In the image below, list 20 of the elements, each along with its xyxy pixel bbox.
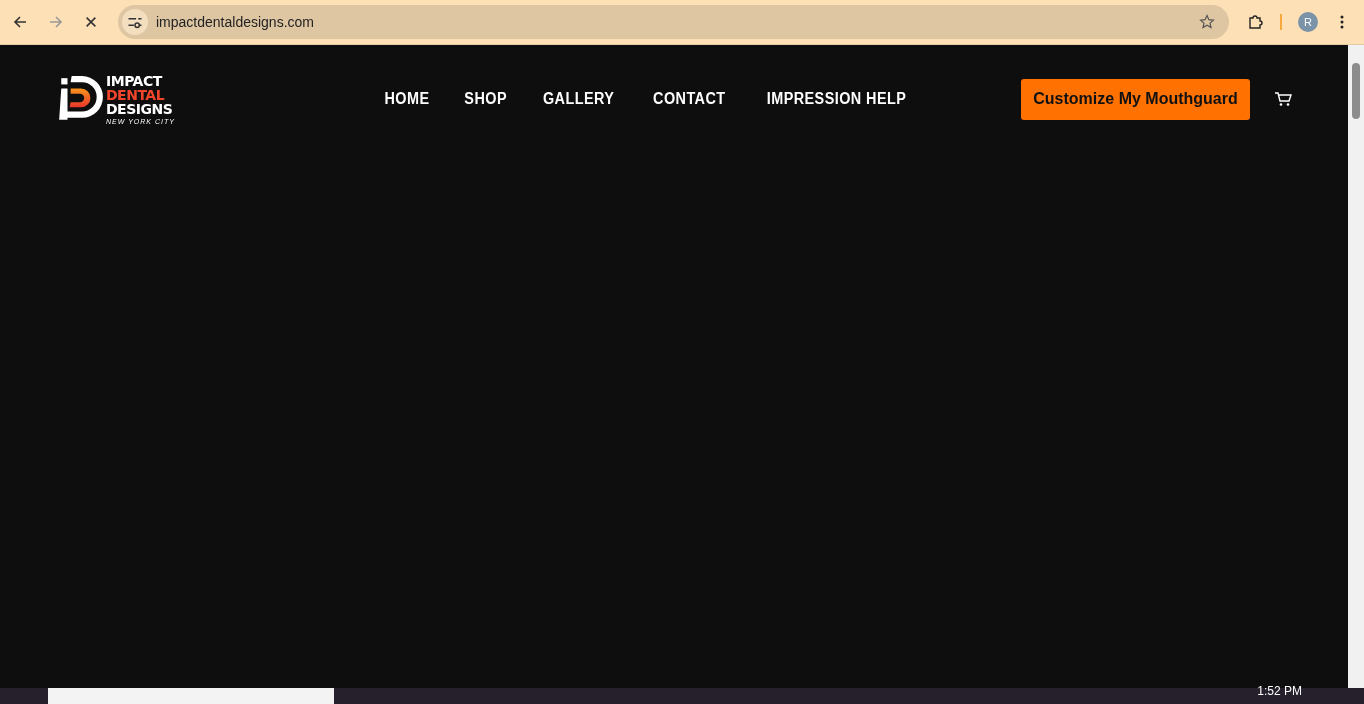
- back-icon[interactable]: [12, 14, 28, 30]
- site-settings-icon[interactable]: [122, 9, 148, 35]
- extensions-icon[interactable]: [1247, 14, 1263, 30]
- bookmark-star-icon[interactable]: [1199, 14, 1215, 30]
- logo-text: IMPACT: [106, 73, 164, 88]
- url-text: impactdentaldesigns.com: [156, 14, 315, 30]
- scrollbar[interactable]: [1348, 45, 1364, 688]
- logo-text: DESIGNS: [106, 101, 174, 116]
- nav-link[interactable]: HOME: [384, 90, 430, 108]
- stop-icon[interactable]: [84, 15, 98, 29]
- nav-link[interactable]: SHOP: [464, 90, 507, 108]
- nav-link[interactable]: IMPRESSION HELP: [767, 90, 907, 108]
- address-bar[interactable]: impactdentaldesigns.com: [118, 5, 1229, 39]
- cart-icon[interactable]: [1274, 91, 1292, 107]
- nav-link[interactable]: GALLERY: [543, 90, 615, 108]
- customize-button[interactable]: Customize My Mouthguard: [1021, 78, 1250, 120]
- logo-text: DENTAL: [106, 87, 166, 102]
- nav-link[interactable]: CONTACT: [652, 90, 726, 108]
- clock-time: 1:52 PM: [1257, 683, 1302, 699]
- taskbar-search-field[interactable]: [48, 688, 334, 704]
